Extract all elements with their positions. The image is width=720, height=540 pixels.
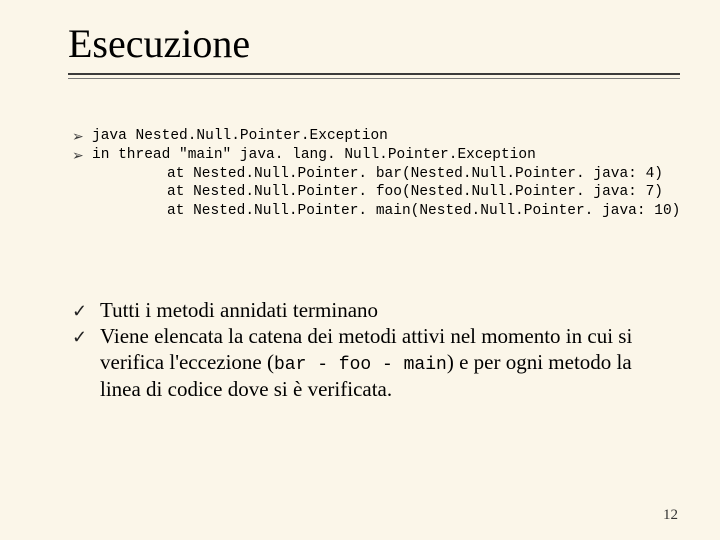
code-line: ➢ java Nested.Null.Pointer.Exception: [72, 127, 680, 146]
body-list: ✓ Tutti i metodi annidati terminano ✓ Vi…: [72, 298, 680, 402]
code-text: at Nested.Null.Pointer. bar(Nested.Null.…: [92, 165, 663, 184]
empty-bullet: [72, 165, 92, 166]
code-block: ➢ java Nested.Null.Pointer.Exception ➢ i…: [72, 127, 680, 220]
code-line: at Nested.Null.Pointer. main(Nested.Null…: [72, 202, 680, 221]
list-item: ✓ Tutti i metodi annidati terminano: [72, 298, 680, 324]
code-line: ➢ in thread "main" java. lang. Null.Poin…: [72, 146, 680, 165]
code-text: at Nested.Null.Pointer. main(Nested.Null…: [92, 202, 680, 221]
code-text: in thread "main" java. lang. Null.Pointe…: [92, 146, 536, 165]
code-line: at Nested.Null.Pointer. bar(Nested.Null.…: [72, 165, 680, 184]
body-text: Tutti i metodi annidati terminano: [100, 298, 378, 324]
page-title: Esecuzione: [68, 20, 680, 67]
arrow-bullet-icon: ➢: [72, 146, 92, 165]
arrow-bullet-icon: ➢: [72, 127, 92, 146]
code-line: at Nested.Null.Pointer. foo(Nested.Null.…: [72, 183, 680, 202]
title-rule-thick: [68, 73, 680, 75]
body-text: Viene elencata la catena dei metodi atti…: [100, 324, 670, 402]
title-rule-thin: [68, 78, 680, 79]
slide-page: Esecuzione ➢ java Nested.Null.Pointer.Ex…: [0, 0, 720, 540]
code-text: java Nested.Null.Pointer.Exception: [92, 127, 388, 146]
list-item: ✓ Viene elencata la catena dei metodi at…: [72, 324, 680, 402]
empty-bullet: [72, 202, 92, 203]
check-bullet-icon: ✓: [72, 324, 100, 346]
slide-content: Esecuzione ➢ java Nested.Null.Pointer.Ex…: [68, 20, 680, 510]
page-number: 12: [663, 507, 678, 524]
code-text: at Nested.Null.Pointer. foo(Nested.Null.…: [92, 183, 663, 202]
body-text-mono: bar - foo - main: [274, 355, 447, 375]
check-bullet-icon: ✓: [72, 298, 100, 320]
empty-bullet: [72, 183, 92, 184]
